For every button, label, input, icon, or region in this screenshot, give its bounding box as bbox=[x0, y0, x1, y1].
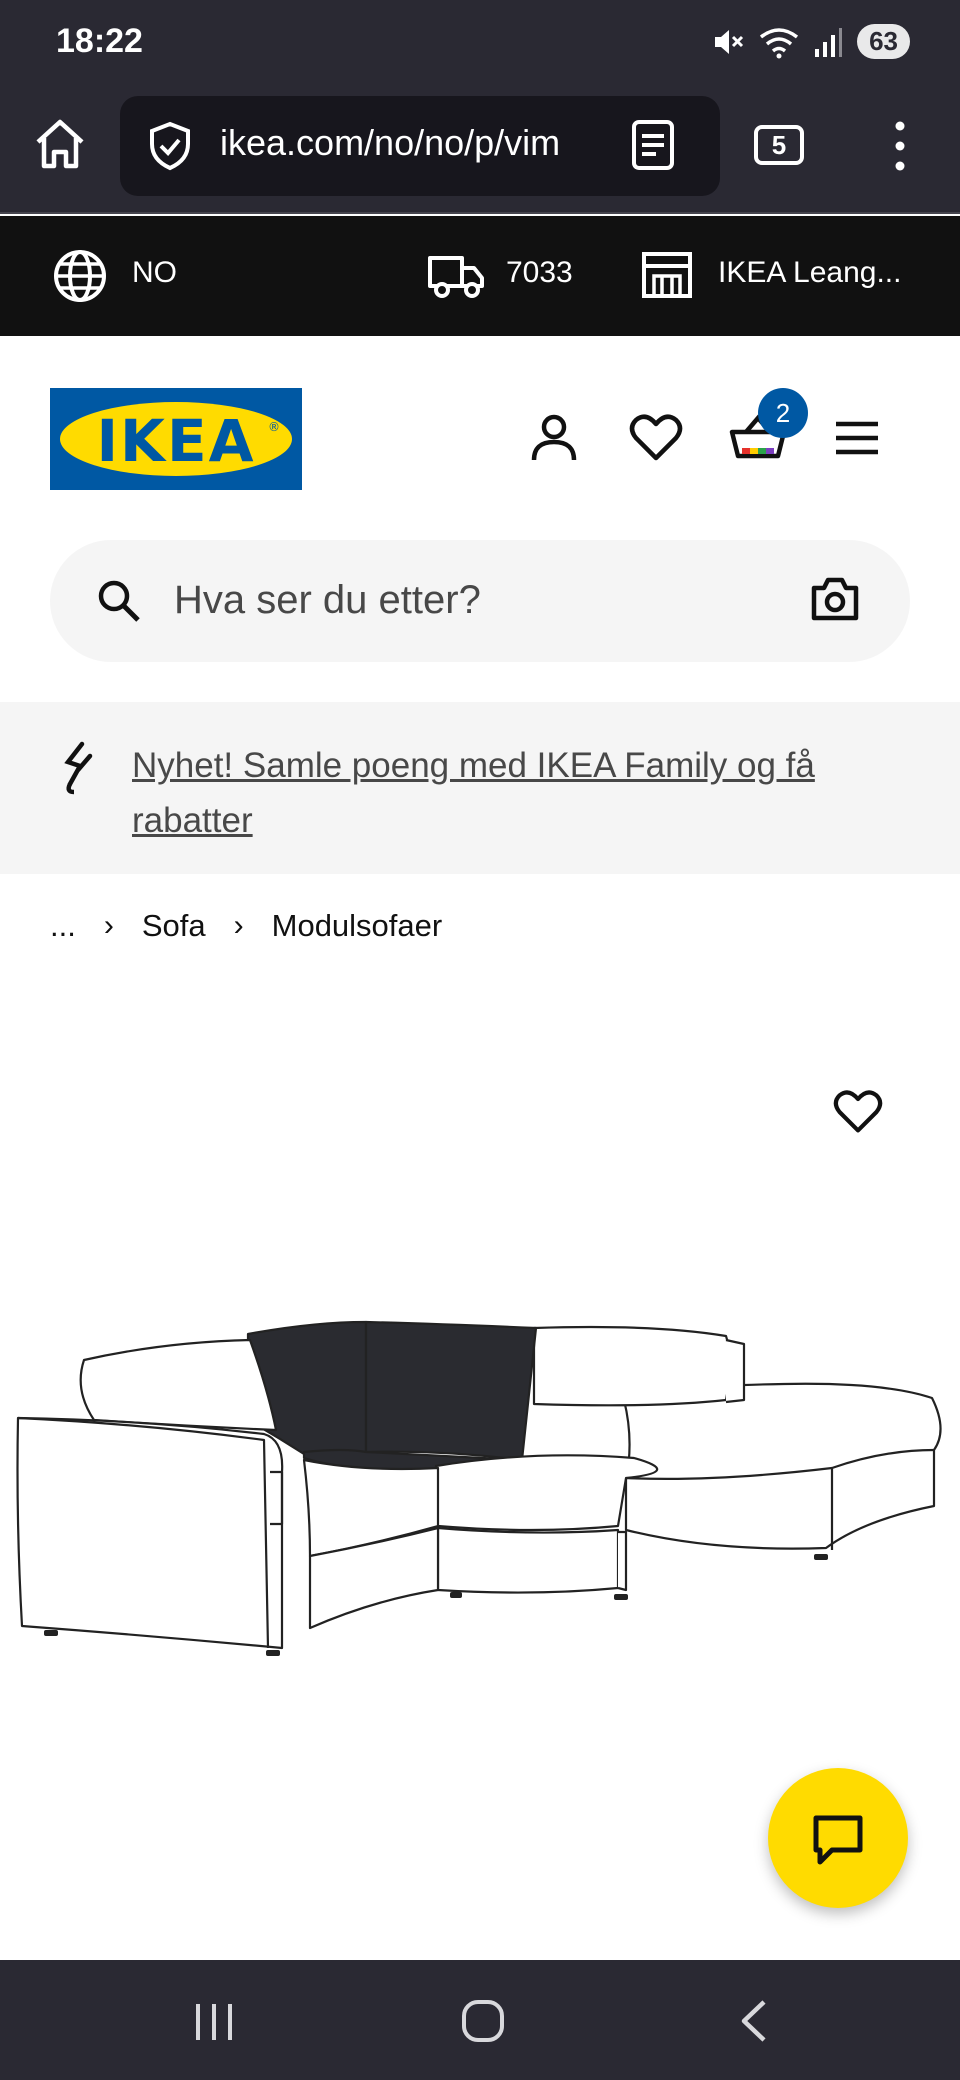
promo-link[interactable]: Nyhet! Samle poeng med IKEA Family og få… bbox=[132, 738, 892, 848]
recents-icon[interactable] bbox=[192, 2000, 236, 2044]
breadcrumb-item-sofa[interactable]: Sofa bbox=[142, 908, 206, 944]
chevron-right-icon: › bbox=[103, 909, 114, 942]
battery-indicator: 63 bbox=[857, 24, 910, 59]
search-bar[interactable]: Hva ser du etter? bbox=[50, 540, 910, 662]
favorite-heart-icon[interactable] bbox=[832, 1088, 884, 1136]
ikea-logo[interactable]: IKEA ® bbox=[50, 388, 302, 490]
status-time: 18:22 bbox=[56, 22, 143, 60]
menu-icon[interactable] bbox=[832, 414, 882, 462]
home-nav-icon[interactable] bbox=[460, 1998, 506, 2044]
location-strip: NO 7033 IKEA Leang... bbox=[0, 216, 960, 336]
search-input[interactable]: Hva ser du etter? bbox=[174, 578, 481, 623]
truck-icon[interactable] bbox=[426, 252, 486, 300]
signal-icon bbox=[815, 27, 843, 57]
breadcrumb-ellipsis[interactable]: ... bbox=[50, 908, 76, 944]
globe-icon[interactable] bbox=[52, 248, 108, 304]
camera-icon[interactable] bbox=[810, 576, 860, 622]
breadcrumb: ... › Sofa › Modulsofaer bbox=[50, 908, 442, 944]
product-image[interactable] bbox=[14, 1300, 946, 1680]
store-icon[interactable] bbox=[640, 250, 694, 300]
back-icon[interactable] bbox=[736, 1998, 772, 2044]
status-bar: 18:22 63 bbox=[0, 0, 960, 88]
heart-icon[interactable] bbox=[628, 412, 684, 464]
mute-icon bbox=[715, 29, 744, 54]
url-main: ikea.com/no/no/p/vim bbox=[220, 122, 561, 163]
promo-banner: Nyhet! Samle poeng med IKEA Family og få… bbox=[0, 702, 960, 874]
store-selector[interactable]: IKEA Leang... bbox=[718, 256, 901, 290]
reader-mode-icon[interactable] bbox=[630, 118, 676, 172]
tab-switcher-button[interactable]: 5 bbox=[754, 125, 804, 165]
address-bar[interactable]: ikea.com/no/no/p/vim bbox=[120, 96, 720, 196]
chat-button[interactable] bbox=[768, 1768, 908, 1908]
breadcrumb-item-modulsofaer[interactable]: Modulsofaer bbox=[272, 908, 443, 944]
url-text[interactable]: ikea.com/no/no/p/vim bbox=[220, 122, 608, 164]
home-icon[interactable] bbox=[30, 114, 90, 174]
link-icon bbox=[64, 741, 93, 795]
logo-text: IKEA bbox=[96, 407, 256, 475]
more-vert-icon[interactable] bbox=[880, 116, 920, 176]
cart-count-badge: 2 bbox=[758, 388, 808, 438]
postcode-selector[interactable]: 7033 bbox=[506, 256, 573, 290]
country-selector[interactable]: NO bbox=[132, 256, 177, 290]
wifi-icon bbox=[760, 27, 799, 58]
shield-check-icon[interactable] bbox=[144, 120, 196, 172]
system-nav-bar bbox=[0, 1960, 960, 2080]
user-icon[interactable] bbox=[526, 410, 582, 466]
browser-toolbar: ikea.com/no/no/p/vim 5 bbox=[0, 88, 960, 214]
chevron-right-icon: › bbox=[233, 909, 244, 942]
status-icons: 63 bbox=[711, 24, 910, 59]
search-icon bbox=[98, 580, 140, 622]
chat-icon bbox=[813, 1815, 863, 1865]
